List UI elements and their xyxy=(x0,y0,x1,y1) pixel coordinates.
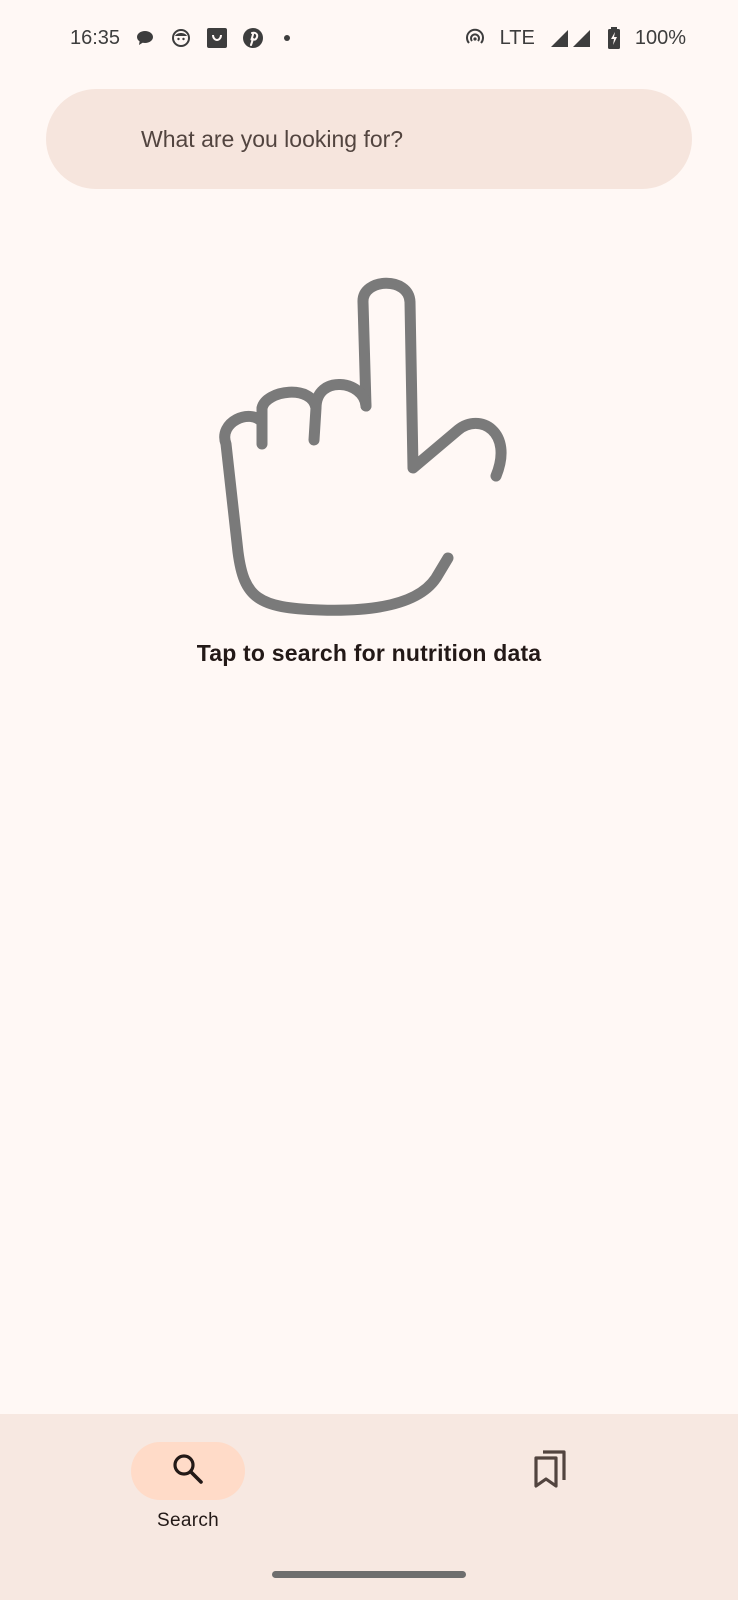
chat-bubble-icon xyxy=(134,27,156,49)
search-icon xyxy=(171,1452,205,1491)
nav-item-search[interactable]: Search xyxy=(118,1442,258,1532)
pinterest-icon xyxy=(242,27,264,49)
face-icon xyxy=(170,27,192,49)
hotspot-icon xyxy=(464,27,486,49)
more-notifications-dot xyxy=(284,35,291,41)
signal-icon xyxy=(549,27,593,49)
empty-state-message: Tap to search for nutrition data xyxy=(196,640,542,666)
nav-search-label: Search xyxy=(156,1510,219,1531)
status-left: 16:35 xyxy=(70,26,291,50)
search-placeholder: What are you looking for? xyxy=(141,125,404,152)
nav-item-bookmarks[interactable] xyxy=(480,1442,620,1500)
network-type: LTE xyxy=(499,26,535,49)
battery-percent: 100% xyxy=(634,26,686,49)
status-bar: 16:35 LTE 100% xyxy=(0,0,738,76)
shopping-bag-icon xyxy=(206,27,228,49)
pointing-hand-icon xyxy=(210,272,530,642)
bottom-navigation: Search xyxy=(0,1414,738,1600)
status-right: LTE 100% xyxy=(464,27,686,50)
bookmarks-icon xyxy=(532,1448,568,1495)
home-indicator[interactable] xyxy=(272,1571,466,1578)
nav-search-pill[interactable] xyxy=(131,1442,245,1500)
nav-bookmarks-pill[interactable] xyxy=(493,1442,607,1500)
battery-charging-icon xyxy=(607,27,621,49)
status-time: 16:35 xyxy=(70,26,121,49)
search-input[interactable]: What are you looking for? xyxy=(46,89,692,189)
screen: 16:35 LTE 100% What are you looking for?… xyxy=(0,0,738,1600)
